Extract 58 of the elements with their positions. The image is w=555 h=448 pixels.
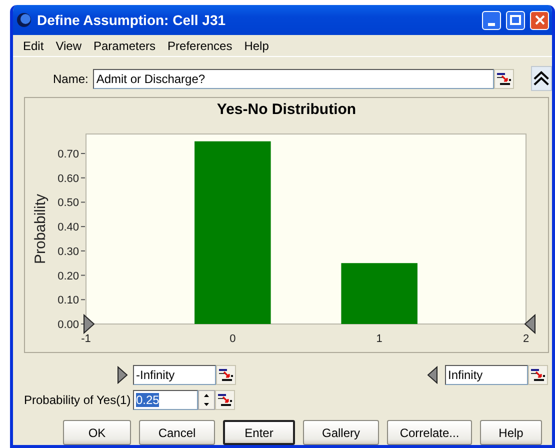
- lower-bound-marker-icon[interactable]: [84, 314, 95, 334]
- dialog-button[interactable]: OK: [63, 420, 131, 445]
- window-title: Define Assumption: Cell J31: [37, 12, 226, 28]
- dialog-button[interactable]: Help: [480, 420, 542, 445]
- cell-reference-icon[interactable]: [528, 365, 548, 385]
- lower-bound-field[interactable]: -Infinity: [133, 365, 216, 385]
- y-tick: [80, 250, 86, 252]
- y-tick-label: 0.60: [58, 172, 79, 185]
- y-tick-label: 0.50: [58, 197, 79, 210]
- probability-field[interactable]: 0.25: [133, 390, 198, 410]
- y-axis-label: Probability: [32, 194, 49, 264]
- upper-bound-field[interactable]: Infinity: [445, 365, 528, 385]
- y-tick-label: 0.00: [58, 319, 79, 331]
- x-tick-label: 1: [376, 333, 382, 345]
- name-field[interactable]: Admit or Discharge?: [93, 68, 494, 88]
- spinner-control[interactable]: [198, 390, 215, 410]
- cell-reference-icon[interactable]: [216, 365, 236, 385]
- y-tick: [80, 299, 86, 300]
- y-tick-label: 0.70: [58, 148, 79, 160]
- upper-bound-marker-icon[interactable]: [524, 314, 536, 334]
- close-icon: [534, 15, 544, 25]
- double-chevron-up-icon[interactable]: [531, 66, 552, 91]
- dialog-button[interactable]: Enter: [223, 420, 295, 445]
- field-label: Probability of Yes(1): [24, 393, 132, 407]
- app-logo-icon: [16, 12, 32, 28]
- menu-item[interactable]: Parameters: [87, 38, 162, 52]
- x-tick-label: 0: [230, 333, 236, 345]
- dialog-button[interactable]: Gallery: [303, 420, 379, 445]
- x-tick-label: -1: [81, 333, 91, 345]
- y-tick-label: 0.40: [58, 222, 79, 234]
- y-tick: [80, 177, 86, 178]
- maximize-icon: [510, 15, 521, 25]
- maximize-button[interactable]: [506, 10, 525, 30]
- spin-up-icon: [204, 394, 209, 397]
- x-tick-label: 2: [522, 333, 530, 345]
- close-button[interactable]: [530, 10, 549, 30]
- y-tick-label: 0.10: [58, 294, 79, 307]
- y-tick: [80, 274, 86, 276]
- menu-item[interactable]: Edit: [17, 38, 50, 52]
- cell-reference-icon[interactable]: [494, 68, 514, 88]
- minimize-icon: [488, 22, 495, 26]
- upper-bound-marker-icon: [427, 366, 438, 384]
- dialog-button[interactable]: Cancel: [139, 420, 215, 445]
- menu-item[interactable]: View: [50, 38, 88, 52]
- minimize-button[interactable]: [482, 10, 501, 30]
- lower-bound-marker-icon: [117, 366, 128, 384]
- cell-reference-icon[interactable]: [215, 390, 235, 410]
- dialog-button[interactable]: Correlate...: [387, 420, 472, 445]
- y-tick: [80, 202, 86, 203]
- y-tick-label: 0.20: [58, 270, 79, 282]
- menu-item[interactable]: Preferences: [162, 38, 238, 52]
- field-label: Name:: [53, 72, 88, 86]
- y-tick: [80, 152, 86, 154]
- y-tick: [80, 226, 86, 228]
- spin-down-icon: [204, 403, 209, 406]
- chart-title: Yes-No Distribution: [216, 100, 356, 120]
- y-tick-label: 0.30: [58, 246, 79, 258]
- menu-item[interactable]: Help: [238, 38, 275, 52]
